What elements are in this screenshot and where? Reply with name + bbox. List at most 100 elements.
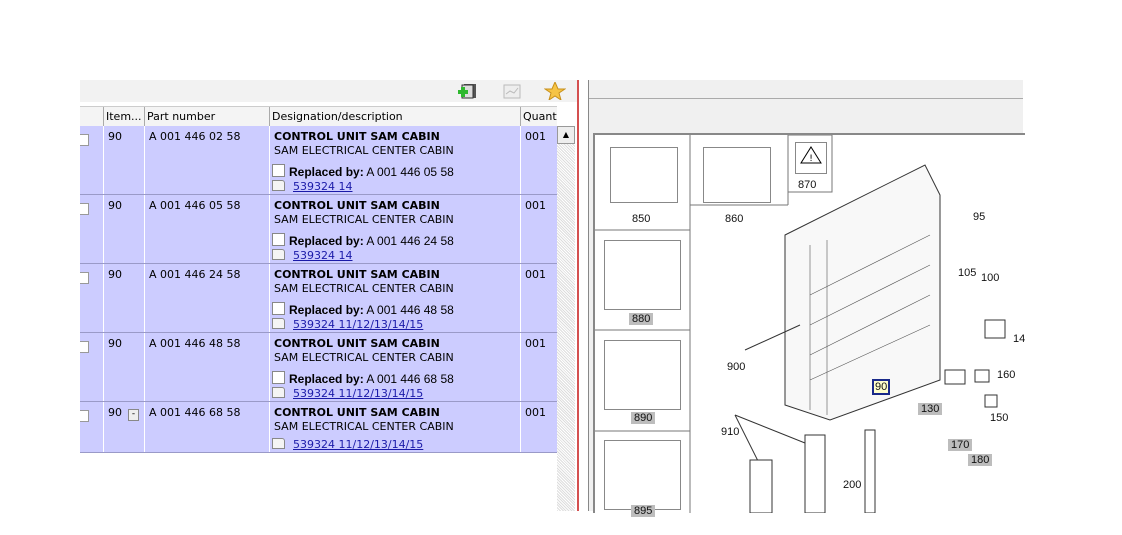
favorite-star-icon[interactable] — [543, 80, 567, 102]
parts-list-panel: Item... Part number Designation/descript… — [80, 80, 577, 511]
scroll-up-arrow-icon[interactable]: ▲ — [557, 126, 575, 144]
quantity: 001 — [525, 406, 546, 419]
document-icon — [272, 249, 285, 260]
table-row[interactable]: 90 A 001 446 24 58 CONTROL UNIT SAM CABI… — [80, 264, 557, 333]
callout-895[interactable]: 895 — [631, 505, 656, 517]
callout-130[interactable]: 130 — [918, 403, 943, 415]
callout-860[interactable]: 860 — [725, 213, 743, 225]
replaced-label: Replaced by: — [289, 234, 364, 248]
svg-text:!: ! — [809, 154, 813, 164]
diagram-thumbnail[interactable] — [604, 440, 681, 510]
callout-850[interactable]: 850 — [632, 213, 650, 225]
item-number: 90 — [108, 406, 122, 419]
document-icon — [272, 438, 285, 449]
header-quantity[interactable]: Quantit — [521, 107, 557, 126]
warning-label-thumbnail[interactable]: ! — [795, 142, 827, 174]
document-link[interactable]: 539324 14 — [293, 249, 353, 262]
callout-900[interactable]: 900 — [727, 361, 745, 373]
label-thumbnail[interactable] — [703, 147, 771, 203]
callout-90-selected[interactable]: 90 — [872, 379, 891, 395]
row-checkbox[interactable] — [80, 341, 89, 353]
document-icon — [272, 387, 285, 398]
callout-160[interactable]: 160 — [997, 369, 1015, 381]
replaced-checkbox[interactable] — [272, 164, 285, 177]
replaced-by-part: A 001 446 24 58 — [366, 234, 454, 248]
table-row[interactable]: 90 A 001 446 02 58 CONTROL UNIT SAM CABI… — [80, 126, 557, 195]
item-number: 90 — [108, 337, 122, 350]
quantity: 001 — [525, 130, 546, 143]
label-thumbnail[interactable] — [610, 147, 678, 203]
designation: CONTROL UNIT SAM CABIN — [274, 199, 440, 212]
divider — [589, 98, 1023, 99]
panel-splitter[interactable] — [577, 80, 579, 511]
part-number: A 001 446 02 58 — [149, 130, 241, 143]
callout-180[interactable]: 180 — [968, 454, 993, 466]
quantity: 001 — [525, 199, 546, 212]
row-checkbox[interactable] — [80, 203, 89, 215]
collapse-button[interactable]: - — [128, 409, 139, 421]
description: SAM ELECTRICAL CENTER CABIN — [274, 144, 454, 157]
exploded-view-diagram[interactable]: ! 850 860 870 880 890 895 95 105 100 14 … — [593, 133, 1025, 517]
designation: CONTROL UNIT SAM CABIN — [274, 406, 440, 419]
callout-95[interactable]: 95 — [973, 211, 985, 223]
replaced-checkbox[interactable] — [272, 371, 285, 384]
diagram-panel: ! 850 860 870 880 890 895 95 105 100 14 … — [588, 80, 1025, 517]
description: SAM ELECTRICAL CENTER CABIN — [274, 213, 454, 226]
toolbar — [80, 80, 577, 102]
callout-100[interactable]: 100 — [981, 272, 999, 284]
replaced-checkbox[interactable] — [272, 233, 285, 246]
callout-140[interactable]: 14 — [1013, 333, 1025, 345]
diagram-thumbnail[interactable] — [604, 240, 681, 310]
diagram-thumbnail[interactable] — [604, 340, 681, 410]
part-number: A 001 446 05 58 — [149, 199, 241, 212]
description: SAM ELECTRICAL CENTER CABIN — [274, 351, 454, 364]
row-checkbox[interactable] — [80, 410, 89, 422]
replaced-by-part: A 001 446 68 58 — [366, 372, 454, 386]
table-header: Item... Part number Designation/descript… — [80, 106, 557, 127]
callout-910[interactable]: 910 — [721, 426, 739, 438]
header-part-number[interactable]: Part number — [145, 107, 270, 126]
table-row[interactable]: 90 A 001 446 05 58 CONTROL UNIT SAM CABI… — [80, 195, 557, 264]
callout-870[interactable]: 870 — [798, 179, 816, 191]
replaced-checkbox[interactable] — [272, 302, 285, 315]
chart-icon[interactable] — [502, 82, 522, 100]
item-number: 90 — [108, 199, 122, 212]
callout-170[interactable]: 170 — [948, 439, 973, 451]
callout-150[interactable]: 150 — [990, 412, 1008, 424]
callout-105[interactable]: 105 — [958, 267, 976, 279]
designation: CONTROL UNIT SAM CABIN — [274, 268, 440, 281]
row-checkbox[interactable] — [80, 272, 89, 284]
callout-890[interactable]: 890 — [631, 412, 656, 424]
part-number: A 001 446 68 58 — [149, 406, 241, 419]
quantity: 001 — [525, 337, 546, 350]
description: SAM ELECTRICAL CENTER CABIN — [274, 282, 454, 295]
part-number: A 001 446 24 58 — [149, 268, 241, 281]
row-checkbox[interactable] — [80, 134, 89, 146]
quantity: 001 — [525, 268, 546, 281]
document-link[interactable]: 539324 11/12/13/14/15 — [293, 438, 423, 451]
item-number: 90 — [108, 268, 122, 281]
item-number: 90 — [108, 130, 122, 143]
header-item[interactable]: Item... — [104, 107, 145, 126]
document-icon — [272, 318, 285, 329]
document-link[interactable]: 539324 11/12/13/14/15 — [293, 318, 423, 331]
document-link[interactable]: 539324 11/12/13/14/15 — [293, 387, 423, 400]
document-icon — [272, 180, 285, 191]
description: SAM ELECTRICAL CENTER CABIN — [274, 420, 454, 433]
callout-880[interactable]: 880 — [629, 313, 654, 325]
table-row[interactable]: 90- A 001 446 68 58 CONTROL UNIT SAM CAB… — [80, 402, 557, 453]
add-to-list-icon[interactable] — [456, 82, 476, 100]
replaced-label: Replaced by: — [289, 303, 364, 317]
replaced-label: Replaced by: — [289, 372, 364, 386]
vertical-scrollbar[interactable]: ▲ — [557, 126, 575, 511]
header-filter[interactable] — [80, 107, 104, 126]
callout-200[interactable]: 200 — [843, 479, 861, 491]
designation: CONTROL UNIT SAM CABIN — [274, 130, 440, 143]
replaced-by-part: A 001 446 48 58 — [366, 303, 454, 317]
document-link[interactable]: 539324 14 — [293, 180, 353, 193]
part-number: A 001 446 48 58 — [149, 337, 241, 350]
table-row[interactable]: 90 A 001 446 48 58 CONTROL UNIT SAM CABI… — [80, 333, 557, 402]
header-designation[interactable]: Designation/description — [270, 107, 521, 126]
replaced-by-part: A 001 446 05 58 — [366, 165, 454, 179]
designation: CONTROL UNIT SAM CABIN — [274, 337, 440, 350]
